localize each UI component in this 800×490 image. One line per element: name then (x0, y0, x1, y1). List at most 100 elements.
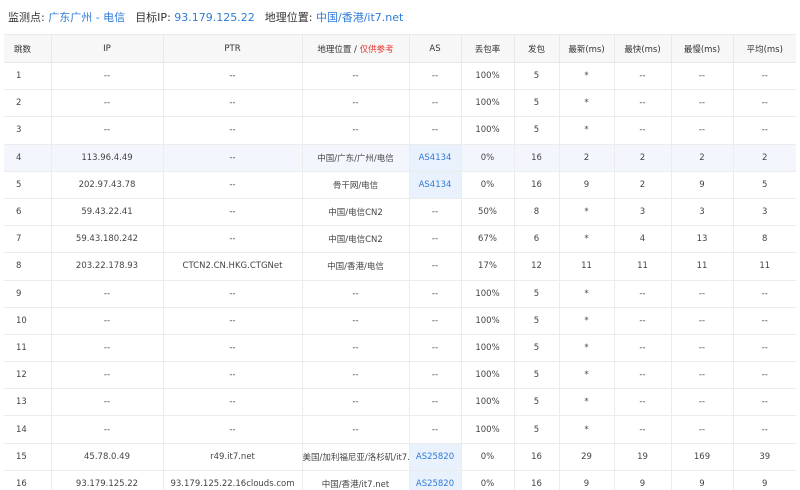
table-row: 3 -- -- -- -- 100% 5 * -- -- -- (4, 116, 796, 145)
as-link[interactable]: AS4134 (419, 180, 452, 190)
cell-ptr: -- (163, 361, 303, 390)
cell-as: -- (409, 307, 462, 335)
cell-sent: 12 (514, 252, 560, 281)
cell-loss: 67% (461, 225, 515, 254)
cell-hop: 8 (4, 252, 52, 281)
cell-ptr: -- (163, 307, 303, 335)
cell-last: 29 (559, 443, 615, 471)
cell-avg: 11 (733, 252, 796, 281)
cell-best: 4 (614, 225, 672, 254)
cell-geo: -- (302, 89, 410, 118)
cell-geo: -- (302, 334, 410, 363)
col-sent: 发包 (514, 34, 560, 63)
cell-avg: -- (733, 62, 796, 91)
target-ip-value: 93.179.125.22 (174, 11, 255, 24)
cell-ptr: -- (163, 198, 303, 227)
cell-hop: 3 (4, 116, 52, 145)
col-avg: 平均(ms) (733, 34, 796, 63)
cell-loss: 100% (461, 388, 515, 417)
table-row: 13 -- -- -- -- 100% 5 * -- -- -- (4, 388, 796, 417)
cell-avg: 39 (733, 443, 796, 471)
cell-sent: 16 (514, 470, 560, 490)
col-ip: IP (51, 34, 164, 63)
cell-worst: 11 (671, 252, 734, 281)
cell-hop: 14 (4, 415, 52, 444)
cell-as: AS25820 (409, 470, 462, 490)
cell-as: -- (409, 280, 462, 308)
cell-best: -- (614, 62, 672, 91)
cell-loss: 100% (461, 334, 515, 363)
cell-worst: -- (671, 361, 734, 390)
cell-ip: 59.43.180.242 (51, 225, 164, 254)
as-link[interactable]: AS25820 (416, 479, 454, 489)
target-info: 目标IP: 93.179.125.22 (135, 9, 255, 25)
monitor-value: 广东广州 - 电信 (48, 11, 126, 24)
monitor-info: 监测点: 广东广州 - 电信 (8, 9, 125, 25)
cell-geo: -- (302, 415, 410, 444)
cell-last: * (559, 62, 615, 91)
cell-avg: -- (733, 415, 796, 444)
cell-ptr: CTCN2.CN.HKG.CTGNet (163, 252, 303, 281)
cell-worst: -- (671, 116, 734, 145)
cell-loss: 0% (461, 443, 515, 471)
cell-ip: 113.96.4.49 (51, 144, 164, 172)
cell-loss: 0% (461, 144, 515, 172)
cell-worst: -- (671, 89, 734, 118)
table-row: 8 203.22.178.93 CTCN2.CN.HKG.CTGNet 中国/香港/电… (4, 252, 796, 281)
cell-hop: 16 (4, 470, 52, 490)
cell-geo: -- (302, 280, 410, 308)
table-row: 12 -- -- -- -- 100% 5 * -- -- -- (4, 361, 796, 390)
as-link[interactable]: AS4134 (419, 153, 452, 163)
col-geo-note: 仅供参考 (359, 44, 394, 55)
cell-ip: 59.43.22.41 (51, 198, 164, 227)
cell-as: -- (409, 198, 462, 227)
cell-as: -- (409, 334, 462, 363)
cell-loss: 0% (461, 470, 515, 490)
table-row: 7 59.43.180.242 -- 中国/电信CN2 -- 67% 6 * 4 13 8 (4, 225, 796, 254)
cell-ip: -- (51, 116, 164, 145)
cell-ptr: 93.179.125.22.16clouds.com (163, 470, 303, 490)
cell-sent: 6 (514, 225, 560, 254)
cell-best: -- (614, 116, 672, 145)
cell-last: * (559, 361, 615, 390)
cell-ptr: -- (163, 116, 303, 145)
cell-worst: 2 (671, 144, 734, 172)
cell-as: AS4134 (409, 144, 462, 172)
cell-sent: 16 (514, 443, 560, 471)
cell-ip: 45.78.0.49 (51, 443, 164, 471)
cell-sent: 5 (514, 388, 560, 417)
cell-avg: -- (733, 361, 796, 390)
cell-as: -- (409, 252, 462, 281)
cell-avg: -- (733, 307, 796, 335)
cell-hop: 7 (4, 225, 52, 254)
cell-last: 2 (559, 144, 615, 172)
col-as: AS (409, 34, 462, 63)
cell-hop: 6 (4, 198, 52, 227)
cell-last: * (559, 307, 615, 335)
cell-ip: -- (51, 334, 164, 363)
cell-ip: 93.179.125.22 (51, 470, 164, 490)
cell-geo: 美国/加利福尼亚/洛杉矶/it7.net (302, 443, 410, 471)
cell-loss: 17% (461, 252, 515, 281)
cell-geo: 中国/电信CN2 (302, 198, 410, 227)
monitor-label: 监测点: (8, 11, 45, 24)
cell-avg: -- (733, 89, 796, 118)
cell-worst: -- (671, 307, 734, 335)
as-link[interactable]: AS25820 (416, 452, 454, 462)
cell-hop: 1 (4, 62, 52, 91)
cell-ip: -- (51, 89, 164, 118)
cell-worst: 9 (671, 171, 734, 199)
cell-hop: 9 (4, 280, 52, 308)
cell-ip: -- (51, 361, 164, 390)
cell-ip: -- (51, 388, 164, 417)
cell-sent: 5 (514, 307, 560, 335)
cell-ptr: -- (163, 62, 303, 91)
cell-hop: 2 (4, 89, 52, 118)
col-geo-label: 地理位置 (317, 44, 352, 55)
cell-loss: 100% (461, 415, 515, 444)
cell-ptr: -- (163, 171, 303, 199)
cell-as: -- (409, 415, 462, 444)
cell-sent: 16 (514, 144, 560, 172)
cell-avg: 8 (733, 225, 796, 254)
table-row: 10 -- -- -- -- 100% 5 * -- -- -- (4, 307, 796, 335)
